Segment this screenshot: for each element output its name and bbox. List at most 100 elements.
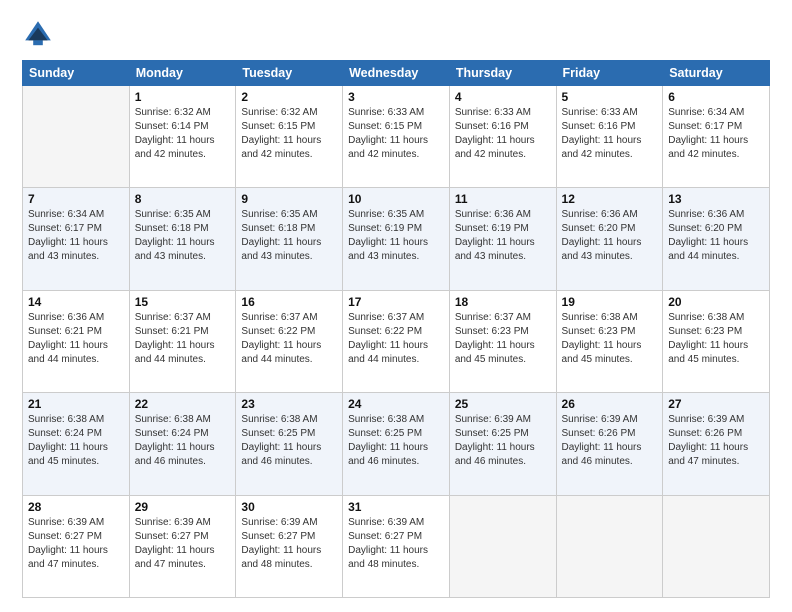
- day-number: 27: [668, 397, 764, 411]
- day-info: Sunrise: 6:38 AMSunset: 6:25 PMDaylight:…: [241, 413, 337, 469]
- week-row-2: 7 Sunrise: 6:34 AMSunset: 6:17 PMDaylight…: [23, 188, 770, 290]
- day-number: 5: [562, 90, 658, 104]
- day-number: 15: [135, 295, 231, 309]
- calendar-cell: 14 Sunrise: 6:36 AMSunset: 6:21 PMDayligh…: [23, 290, 130, 392]
- day-number: 20: [668, 295, 764, 309]
- day-info: Sunrise: 6:35 AMSunset: 6:19 PMDaylight:…: [348, 208, 444, 264]
- logo-icon: [22, 18, 54, 50]
- calendar-cell: 2 Sunrise: 6:32 AMSunset: 6:15 PMDaylight…: [236, 86, 343, 188]
- day-info: Sunrise: 6:36 AMSunset: 6:21 PMDaylight:…: [28, 311, 124, 367]
- day-number: 22: [135, 397, 231, 411]
- day-header-tuesday: Tuesday: [236, 61, 343, 86]
- day-number: 2: [241, 90, 337, 104]
- calendar-cell: [556, 495, 663, 597]
- calendar-cell: 11Sunrise: 6:36 AMSunset: 6:19 PMDayligh…: [449, 188, 556, 290]
- day-number: 23: [241, 397, 337, 411]
- day-header-friday: Friday: [556, 61, 663, 86]
- calendar-cell: 21 Sunrise: 6:38 AMSunset: 6:24 PMDayligh…: [23, 393, 130, 495]
- calendar-cell: 4 Sunrise: 6:33 AMSunset: 6:16 PMDaylight…: [449, 86, 556, 188]
- calendar-cell: 29 Sunrise: 6:39 AMSunset: 6:27 PMDayligh…: [129, 495, 236, 597]
- day-info: Sunrise: 6:37 AMSunset: 6:22 PMDaylight:…: [241, 311, 337, 367]
- calendar-cell: 22 Sunrise: 6:38 AMSunset: 6:24 PMDayligh…: [129, 393, 236, 495]
- day-number: 30: [241, 500, 337, 514]
- day-header-thursday: Thursday: [449, 61, 556, 86]
- day-number: 24: [348, 397, 444, 411]
- calendar-cell: 8 Sunrise: 6:35 AMSunset: 6:18 PMDaylight…: [129, 188, 236, 290]
- day-info: Sunrise: 6:33 AMSunset: 6:16 PMDaylight:…: [562, 106, 658, 162]
- day-number: 18: [455, 295, 551, 309]
- calendar-cell: 9Sunrise: 6:35 AMSunset: 6:18 PMDaylight…: [236, 188, 343, 290]
- day-number: 12: [562, 192, 658, 206]
- day-info: Sunrise: 6:38 AMSunset: 6:23 PMDaylight:…: [562, 311, 658, 367]
- day-header-monday: Monday: [129, 61, 236, 86]
- day-info: Sunrise: 6:34 AMSunset: 6:17 PMDaylight:…: [28, 208, 124, 264]
- calendar-cell: 20 Sunrise: 6:38 AMSunset: 6:23 PMDayligh…: [663, 290, 770, 392]
- day-info: Sunrise: 6:33 AMSunset: 6:16 PMDaylight:…: [455, 106, 551, 162]
- day-info: Sunrise: 6:39 AMSunset: 6:26 PMDaylight:…: [668, 413, 764, 469]
- day-info: Sunrise: 6:39 AMSunset: 6:27 PMDaylight:…: [241, 516, 337, 572]
- calendar-cell: 19 Sunrise: 6:38 AMSunset: 6:23 PMDayligh…: [556, 290, 663, 392]
- page: SundayMondayTuesdayWednesdayThursdayFrid…: [0, 0, 792, 612]
- calendar-cell: 16 Sunrise: 6:37 AMSunset: 6:22 PMDayligh…: [236, 290, 343, 392]
- calendar-cell: 26Sunrise: 6:39 AMSunset: 6:26 PMDayligh…: [556, 393, 663, 495]
- day-info: Sunrise: 6:38 AMSunset: 6:24 PMDaylight:…: [135, 413, 231, 469]
- day-number: 25: [455, 397, 551, 411]
- day-info: Sunrise: 6:34 AMSunset: 6:17 PMDaylight:…: [668, 106, 764, 162]
- calendar-cell: 7 Sunrise: 6:34 AMSunset: 6:17 PMDaylight…: [23, 188, 130, 290]
- calendar-cell: 12 Sunrise: 6:36 AMSunset: 6:20 PMDayligh…: [556, 188, 663, 290]
- week-row-4: 21 Sunrise: 6:38 AMSunset: 6:24 PMDayligh…: [23, 393, 770, 495]
- calendar-cell: 1Sunrise: 6:32 AMSunset: 6:14 PMDaylight…: [129, 86, 236, 188]
- day-info: Sunrise: 6:37 AMSunset: 6:23 PMDaylight:…: [455, 311, 551, 367]
- day-info: Sunrise: 6:38 AMSunset: 6:25 PMDaylight:…: [348, 413, 444, 469]
- day-info: Sunrise: 6:38 AMSunset: 6:24 PMDaylight:…: [28, 413, 124, 469]
- day-number: 21: [28, 397, 124, 411]
- day-number: 19: [562, 295, 658, 309]
- day-number: 29: [135, 500, 231, 514]
- day-number: 3: [348, 90, 444, 104]
- day-info: Sunrise: 6:39 AMSunset: 6:26 PMDaylight:…: [562, 413, 658, 469]
- calendar-cell: 3 Sunrise: 6:33 AMSunset: 6:15 PMDaylight…: [343, 86, 450, 188]
- day-info: Sunrise: 6:39 AMSunset: 6:25 PMDaylight:…: [455, 413, 551, 469]
- day-info: Sunrise: 6:39 AMSunset: 6:27 PMDaylight:…: [135, 516, 231, 572]
- day-info: Sunrise: 6:35 AMSunset: 6:18 PMDaylight:…: [135, 208, 231, 264]
- calendar-cell: 5 Sunrise: 6:33 AMSunset: 6:16 PMDaylight…: [556, 86, 663, 188]
- day-info: Sunrise: 6:37 AMSunset: 6:22 PMDaylight:…: [348, 311, 444, 367]
- day-number: 1: [135, 90, 231, 104]
- calendar-cell: 13Sunrise: 6:36 AMSunset: 6:20 PMDayligh…: [663, 188, 770, 290]
- day-info: Sunrise: 6:36 AMSunset: 6:20 PMDaylight:…: [668, 208, 764, 264]
- calendar-cell: [449, 495, 556, 597]
- day-info: Sunrise: 6:39 AMSunset: 6:27 PMDaylight:…: [28, 516, 124, 572]
- day-info: Sunrise: 6:39 AMSunset: 6:27 PMDaylight:…: [348, 516, 444, 572]
- day-info: Sunrise: 6:37 AMSunset: 6:21 PMDaylight:…: [135, 311, 231, 367]
- calendar-cell: 15 Sunrise: 6:37 AMSunset: 6:21 PMDayligh…: [129, 290, 236, 392]
- calendar-cell: 28 Sunrise: 6:39 AMSunset: 6:27 PMDayligh…: [23, 495, 130, 597]
- day-header-saturday: Saturday: [663, 61, 770, 86]
- week-row-3: 14 Sunrise: 6:36 AMSunset: 6:21 PMDayligh…: [23, 290, 770, 392]
- day-header-sunday: Sunday: [23, 61, 130, 86]
- calendar-cell: 17Sunrise: 6:37 AMSunset: 6:22 PMDayligh…: [343, 290, 450, 392]
- day-info: Sunrise: 6:36 AMSunset: 6:20 PMDaylight:…: [562, 208, 658, 264]
- calendar-cell: 10 Sunrise: 6:35 AMSunset: 6:19 PMDayligh…: [343, 188, 450, 290]
- calendar-cell: 18 Sunrise: 6:37 AMSunset: 6:23 PMDayligh…: [449, 290, 556, 392]
- week-row-5: 28 Sunrise: 6:39 AMSunset: 6:27 PMDayligh…: [23, 495, 770, 597]
- calendar-table: SundayMondayTuesdayWednesdayThursdayFrid…: [22, 60, 770, 598]
- header: [22, 18, 770, 50]
- day-number: 14: [28, 295, 124, 309]
- day-info: Sunrise: 6:38 AMSunset: 6:23 PMDaylight:…: [668, 311, 764, 367]
- calendar-cell: 31 Sunrise: 6:39 AMSunset: 6:27 PMDayligh…: [343, 495, 450, 597]
- calendar-cell: 24 Sunrise: 6:38 AMSunset: 6:25 PMDayligh…: [343, 393, 450, 495]
- day-number: 31: [348, 500, 444, 514]
- day-number: 6: [668, 90, 764, 104]
- calendar-cell: 6 Sunrise: 6:34 AMSunset: 6:17 PMDaylight…: [663, 86, 770, 188]
- day-number: 28: [28, 500, 124, 514]
- day-info: Sunrise: 6:33 AMSunset: 6:15 PMDaylight:…: [348, 106, 444, 162]
- day-number: 7: [28, 192, 124, 206]
- day-number: 10: [348, 192, 444, 206]
- day-number: 11: [455, 192, 551, 206]
- calendar-cell: [23, 86, 130, 188]
- day-number: 8: [135, 192, 231, 206]
- week-row-1: 1Sunrise: 6:32 AMSunset: 6:14 PMDaylight…: [23, 86, 770, 188]
- day-number: 16: [241, 295, 337, 309]
- day-info: Sunrise: 6:32 AMSunset: 6:15 PMDaylight:…: [241, 106, 337, 162]
- day-number: 4: [455, 90, 551, 104]
